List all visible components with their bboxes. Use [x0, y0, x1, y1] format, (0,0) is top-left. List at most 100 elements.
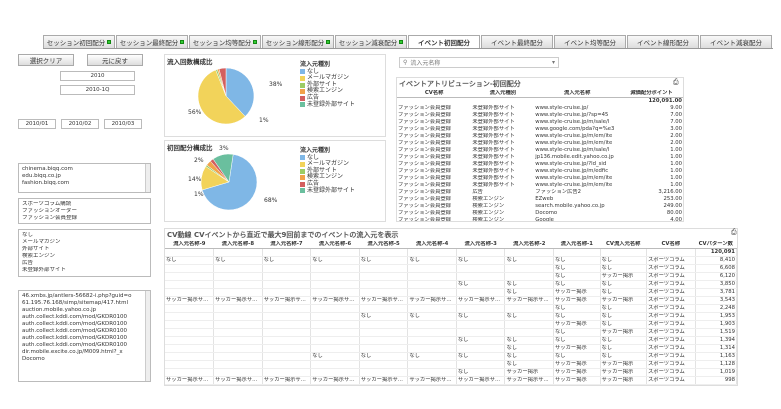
table-row[interactable]: サッカー掲示サ... サッカー掲示サ... サッカー掲示サ... サッカー掲示サ...… [165, 296, 737, 305]
table-row[interactable]: サッカー掲示 なし スポーツコラム 1,903 [165, 320, 737, 329]
table-row[interactable]: なし なし なし なし なし なし なし スポーツコラム 1,163 [165, 352, 737, 361]
table-row[interactable]: ファッション会員登録 未登録外部サイト www.style-cruise.jp/m/… [397, 182, 683, 189]
table-row[interactable]: なし なし なし なし なし なし なし なし なし なし スポーツコラム 8,410 [165, 256, 737, 265]
list-item[interactable]: なし [22, 232, 147, 239]
table-row[interactable]: ファッション会員登録 未登録外部サイト www.style-cruise.jp/m/… [397, 168, 683, 175]
table-row[interactable]: なし サッカー掲示 スポーツコラム 1,519 [165, 328, 737, 337]
table-row[interactable]: ファッション会員登録 未登録外部サイト www.style-cruise.jp/?l… [397, 161, 683, 168]
table-row[interactable]: なし なし なし なし スポーツコラム 1,394 [165, 336, 737, 345]
column-header[interactable]: 流入元名称-3 [456, 241, 505, 249]
column-header[interactable]: CVパターン数 [695, 241, 737, 249]
legend-item[interactable]: 未登録外部サイト [300, 187, 355, 195]
list-item[interactable]: auth.collect.kddi.com/mod/GKDR0100 [22, 335, 147, 342]
month-field-1[interactable]: 2010/01 [18, 119, 56, 129]
table-row[interactable]: なし サッカー掲示 なし スポーツコラム 1,314 [165, 344, 737, 353]
table-row[interactable]: サッカー掲示サ... サッカー掲示サ... サッカー掲示サ... サッカー掲示サ...… [165, 376, 737, 385]
tab-5[interactable]: セッション減衰配分 [335, 35, 407, 48]
list-item[interactable]: auth.collect.kddi.com/mod/GKDR0100 [22, 321, 147, 328]
source-type-listbox[interactable]: なし メールマガジン 外部サイト 検索エンジン 広告 未登録外部サイト [18, 229, 151, 277]
list-item[interactable]: 広告 [22, 260, 147, 267]
list-item[interactable]: ファッション会員登録 [22, 215, 147, 222]
column-header[interactable]: 流入元名称-2 [504, 241, 554, 249]
tab-3[interactable]: セッション均等配分 [189, 35, 261, 48]
tab-1[interactable]: セッション初回配分 [43, 35, 115, 48]
table-row[interactable]: ファッション会員登録 検索エンジン EZweb 253.00 [397, 196, 683, 203]
tab-6[interactable]: イベント初回配分 [408, 35, 480, 48]
tab-7[interactable]: イベント最終配分 [481, 35, 553, 48]
tab-8[interactable]: イベント均等配分 [554, 35, 626, 48]
table-row[interactable]: なし なし スポーツコラム 6,608 [165, 264, 737, 273]
column-header[interactable]: 流入元名称-9 [165, 241, 214, 249]
tab-10[interactable]: イベント減衰配分 [700, 35, 772, 48]
undo-button[interactable]: 元に戻す [87, 54, 143, 66]
year-field[interactable]: 2010 [60, 71, 135, 81]
column-header[interactable]: 流入元名称-1 [553, 241, 600, 249]
table-row[interactable]: ファッション会員登録 未登録外部サイト jp136.mobile.edit.yaho… [397, 154, 683, 161]
table-cell: ファッション会員登録 [398, 112, 451, 118]
list-item[interactable]: メールマガジン [22, 239, 147, 246]
table-row[interactable]: なし サッカー掲示 なし スポーツコラム 3,781 [165, 288, 737, 297]
list-item[interactable]: edu.biqq.co.jp [22, 173, 147, 180]
column-header[interactable]: 流入元名称 [534, 90, 621, 98]
table-row[interactable]: なし なし スポーツコラム 2,248 [165, 304, 737, 313]
list-item[interactable]: Docomo [22, 356, 147, 363]
column-header[interactable]: 流入元名称-7 [262, 241, 311, 249]
table-row[interactable]: なし サッカー掲示 サッカー掲示 スポーツコラム 1,128 [165, 360, 737, 369]
list-item[interactable]: ファッションオーダー [22, 208, 147, 215]
list-item[interactable]: 未登録外部サイト [22, 267, 147, 274]
table-row[interactable]: ファッション会員登録 未登録外部サイト www.style-cruise.jp/9.… [397, 105, 683, 112]
source-name-search[interactable]: ⚲ 流入元名称 ▾ [399, 57, 559, 68]
column-header[interactable]: 流入元名称-8 [213, 241, 263, 249]
clear-selection-button[interactable]: 選択クリア [18, 54, 74, 66]
month-field-2[interactable]: 2010/02 [61, 119, 99, 129]
list-item[interactable]: auth.collect.kddi.com/mod/GKDR0100 [22, 328, 147, 335]
list-item[interactable]: auth.collect.kddi.com/mod/GKDR0100 [22, 342, 147, 349]
column-header[interactable]: 流入元名称-6 [310, 241, 360, 249]
table-row[interactable]: なし サッカー掲示 サッカー掲示 サッカー掲示 スポーツコラム 1,019 [165, 368, 737, 377]
table-row[interactable]: ファッション会員登録 未登録外部サイト www.style-cruise.jp/m/… [397, 133, 683, 140]
export-icon[interactable]: ⎙ [673, 78, 679, 87]
table-row[interactable]: ファッション会員登録 未登録外部サイト www.style-cruise.jp/?s… [397, 112, 683, 119]
table-row[interactable]: ファッション会員登録 検索エンジン Google 4.00 [397, 217, 683, 221]
domain-listbox[interactable]: chinema.biqq.com edu.biqq.co.jp fashion.bi… [18, 163, 151, 193]
legend-item[interactable]: 未登録外部サイト [300, 101, 355, 109]
table-row[interactable]: ファッション会員登録 未登録外部サイト www.style-cruise.jp/m/… [397, 147, 683, 154]
list-item[interactable]: fashion.biqq.com [22, 180, 147, 187]
month-field-3[interactable]: 2010/03 [104, 119, 142, 129]
list-item[interactable]: スポーツコラム購読 [22, 201, 147, 208]
table-row[interactable]: なし なし なし なし スポーツコラム 3,850 [165, 280, 737, 289]
export-icon[interactable]: ⎙ [731, 228, 737, 237]
column-header[interactable]: 流入元名称-4 [407, 241, 457, 249]
table-row[interactable]: なし なし なし なし なし なし スポーツコラム 1,953 [165, 312, 737, 321]
tab-9[interactable]: イベント線形配分 [627, 35, 699, 48]
list-item[interactable]: dir.mobile.excite.co.jp/M009.html?_x [22, 349, 147, 356]
table-row[interactable]: ファッション会員登録 未登録外部サイト www.style-cruise.jp/m/… [397, 140, 683, 147]
table-row[interactable]: ファッション会員登録 検索エンジン search.mobile.yahoo.co.j… [397, 203, 683, 210]
table-row[interactable]: ファッション会員登録 未登録外部サイト www.style-cruise.jp/m/… [397, 175, 683, 182]
column-header[interactable]: CV名称 [646, 241, 696, 249]
list-item[interactable]: 46.xmbs.jp/antlers-56682-i.php?guid=o [22, 293, 147, 300]
list-item[interactable]: 61.195.76.168/simp/sitemap/417.html [22, 300, 147, 307]
table-row[interactable]: なし サッカー掲示 スポーツコラム 6,120 [165, 272, 737, 281]
tab-4[interactable]: セッション線形配分 [262, 35, 334, 48]
table-row[interactable]: ファッション会員登録 検索エンジン Docomo 80.00 [397, 210, 683, 217]
column-header[interactable]: 減価配分ポイント [620, 90, 683, 98]
url-listbox[interactable]: 46.xmbs.jp/antlers-56682-i.php?guid=o 61.… [18, 290, 151, 382]
table-row[interactable]: ファッション会員登録 未登録外部サイト www.google.com/pda?q=%… [397, 126, 683, 133]
column-header[interactable]: CV流入元名称 [600, 241, 647, 249]
list-item[interactable]: auction.mobile.yahoo.co.jp [22, 307, 147, 314]
table-row[interactable]: ファッション会員登録 未登録外部サイト www.style-cruise.jp/m/… [397, 119, 683, 126]
list-item[interactable]: 検索エンジン [22, 253, 147, 260]
column-header[interactable]: 流入元名称-5 [359, 241, 408, 249]
list-item[interactable]: chinema.biqq.com [22, 166, 147, 173]
cv-name-listbox[interactable]: スポーツコラム購読 ファッションオーダー ファッション会員登録 [18, 198, 151, 224]
table-row[interactable]: なしなしなしサッカー掲示スポーツコラム794 [165, 384, 737, 385]
list-item[interactable]: 外部サイト [22, 246, 147, 253]
quarter-field[interactable]: 2010-1Q [60, 85, 135, 95]
column-header[interactable]: 流入元種別 [471, 90, 535, 98]
column-header[interactable]: CV名称 [397, 90, 472, 98]
tab-2[interactable]: セッション最終配分 [116, 35, 188, 48]
table-row[interactable]: ファッション会員登録 広告 ファッション広告2 3,216.00 [397, 189, 683, 196]
status-dot-icon [107, 40, 112, 44]
list-item[interactable]: auth.collect.kddi.com/mod/GKDR0100 [22, 314, 147, 321]
